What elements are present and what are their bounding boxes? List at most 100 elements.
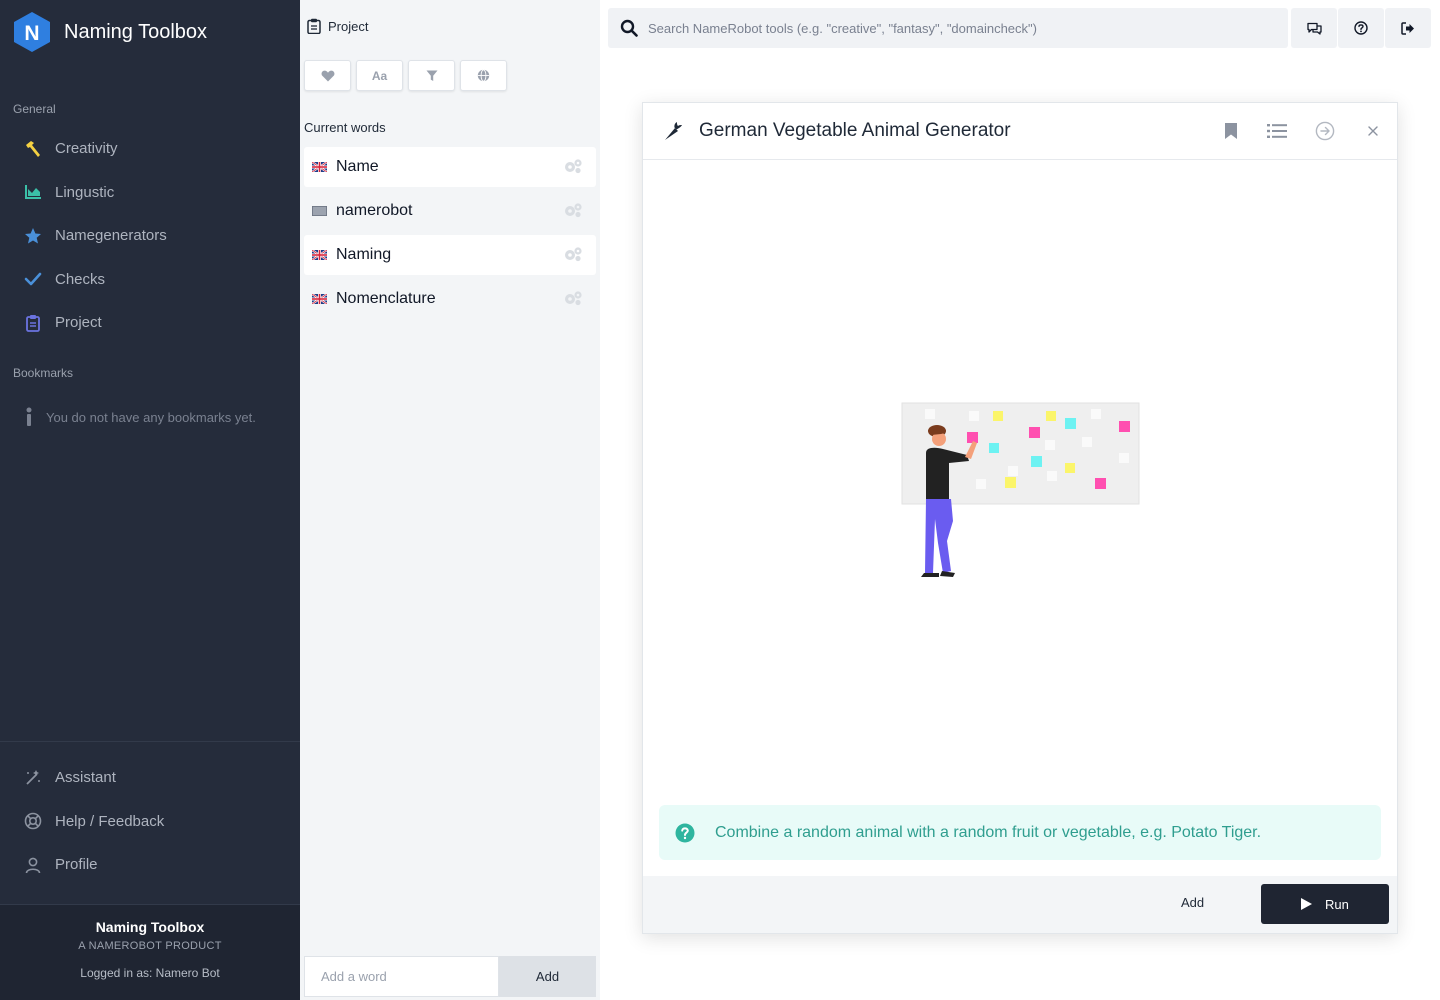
sidebar-item-profile[interactable]: Profile xyxy=(0,843,300,887)
list-view-button[interactable] xyxy=(1265,119,1289,143)
word-text: Naming xyxy=(336,246,392,263)
chart-area-icon xyxy=(24,183,42,201)
font-case-icon: Aa xyxy=(371,68,388,83)
question-circle-icon xyxy=(675,823,695,842)
run-button[interactable]: Run xyxy=(1261,884,1389,924)
logout-icon xyxy=(1401,21,1414,35)
list-icon xyxy=(1267,124,1287,138)
lifebuoy-icon xyxy=(24,812,42,830)
search-bar xyxy=(608,8,1288,48)
general-section-label: General xyxy=(13,102,56,116)
add-word-input[interactable] xyxy=(304,956,499,997)
project-header: Project xyxy=(307,18,368,34)
sidebar-item-namegenerators[interactable]: Namegenerators xyxy=(0,214,300,258)
list-item[interactable]: namerobot xyxy=(304,191,596,231)
sidebar-item-label: Assistant xyxy=(55,769,116,787)
search-icon xyxy=(620,19,638,37)
favorites-button[interactable] xyxy=(304,60,351,91)
bookmark-icon xyxy=(1225,123,1237,139)
modal-footer: Add Run xyxy=(643,876,1397,933)
font-case-button[interactable]: Aa xyxy=(356,60,403,91)
sidebar-item-checks[interactable]: Checks xyxy=(0,258,300,302)
app-name: Naming Toolbox xyxy=(64,20,208,43)
list-item[interactable]: Nomenclature xyxy=(304,279,596,319)
gears-icon[interactable] xyxy=(563,290,583,306)
search-input[interactable] xyxy=(648,9,1288,47)
gears-icon[interactable] xyxy=(563,202,583,218)
sidebar-item-label: Namegenerators xyxy=(55,227,167,245)
main-nav: Creativity Lingustic Namegenerators Chec… xyxy=(0,127,300,345)
modal-header: German Vegetable Animal Generator xyxy=(643,103,1397,160)
modal-title: German Vegetable Animal Generator xyxy=(699,120,1011,141)
secondary-nav: Assistant Help / Feedback Profile xyxy=(0,756,300,887)
logout-button[interactable] xyxy=(1385,8,1431,48)
close-button[interactable] xyxy=(1361,119,1385,143)
footer-subtitle: A NAMEROBOT PRODUCT xyxy=(78,940,222,952)
word-text: Name xyxy=(336,158,379,175)
help-icon xyxy=(1354,21,1368,35)
word-list: Name namerobot Naming Nomenclature xyxy=(304,147,596,323)
list-item[interactable]: Name xyxy=(304,147,596,187)
sidebar-item-label: Profile xyxy=(55,856,98,874)
clipboard-icon xyxy=(307,18,321,34)
project-toolbar: Aa xyxy=(304,60,507,91)
sidebar-footer: Naming Toolbox A NAMEROBOT PRODUCT Logge… xyxy=(0,904,300,1000)
generic-flag-icon xyxy=(312,206,327,216)
star-badge-icon xyxy=(24,227,42,245)
magic-wand-icon xyxy=(24,769,42,787)
description-text: Combine a random animal with a random fr… xyxy=(715,823,1262,841)
sidebar-item-label: Help / Feedback xyxy=(55,812,165,830)
sidebar-divider xyxy=(0,741,300,742)
svg-text:N: N xyxy=(24,22,39,45)
filter-icon xyxy=(426,70,437,81)
sidebar-item-label: Checks xyxy=(55,270,106,288)
uk-flag-icon xyxy=(312,294,327,304)
gears-icon[interactable] xyxy=(563,246,583,262)
sidebar-item-assistant[interactable]: Assistant xyxy=(0,756,300,800)
bookmarks-section-label: Bookmarks xyxy=(13,366,74,380)
sticky-notes-illustration xyxy=(901,402,1140,577)
language-button[interactable] xyxy=(460,60,507,91)
bookmarks-empty-text: You do not have any bookmarks yet. xyxy=(46,409,256,425)
list-item[interactable]: Naming xyxy=(304,235,596,275)
sidebar-item-project[interactable]: Project xyxy=(0,301,300,345)
add-word-button[interactable]: Add xyxy=(499,956,596,997)
sidebar-item-lingustic[interactable]: Lingustic xyxy=(0,171,300,215)
uk-flag-icon xyxy=(312,162,327,172)
sidebar-item-label: Creativity xyxy=(55,140,118,158)
word-text: Nomenclature xyxy=(336,290,436,307)
add-button[interactable]: Add xyxy=(1181,895,1204,910)
generator-modal: German Vegetable Animal Generator Combin… xyxy=(642,102,1398,934)
bookmarks-empty-message: You do not have any bookmarks yet. xyxy=(24,407,256,427)
add-word-row: Add xyxy=(304,956,596,997)
sidebar-item-creativity[interactable]: Creativity xyxy=(0,127,300,171)
sidebar: N Naming Toolbox General Creativity Ling… xyxy=(0,0,300,1000)
logged-in-text: Logged in as: Namero Bot xyxy=(80,966,220,980)
footer-title: Naming Toolbox xyxy=(95,919,205,935)
user-icon xyxy=(24,856,42,874)
description-box: Combine a random animal with a random fr… xyxy=(659,805,1381,860)
run-label: Run xyxy=(1325,896,1349,912)
open-tool-button[interactable] xyxy=(1313,119,1337,143)
carrot-icon xyxy=(665,122,682,140)
globe-icon xyxy=(477,69,490,82)
play-icon xyxy=(1301,898,1312,910)
project-title: Project xyxy=(328,18,369,34)
check-icon xyxy=(24,270,42,288)
info-icon xyxy=(26,407,32,426)
clipboard-icon xyxy=(24,314,42,332)
bookmark-button[interactable] xyxy=(1219,119,1243,143)
close-icon xyxy=(1368,126,1378,136)
chat-button[interactable] xyxy=(1291,8,1337,48)
logo-icon: N xyxy=(14,12,50,52)
sidebar-item-help-feedback[interactable]: Help / Feedback xyxy=(0,800,300,844)
uk-flag-icon xyxy=(312,250,327,260)
filter-button[interactable] xyxy=(408,60,455,91)
project-panel: Project Aa Current words Name namerobot xyxy=(300,0,600,1000)
gears-icon[interactable] xyxy=(563,158,583,174)
hammer-icon xyxy=(24,140,42,158)
help-button[interactable] xyxy=(1338,8,1384,48)
brand[interactable]: N Naming Toolbox xyxy=(13,11,207,53)
sidebar-item-label: Project xyxy=(55,314,102,332)
word-text: namerobot xyxy=(336,202,413,219)
